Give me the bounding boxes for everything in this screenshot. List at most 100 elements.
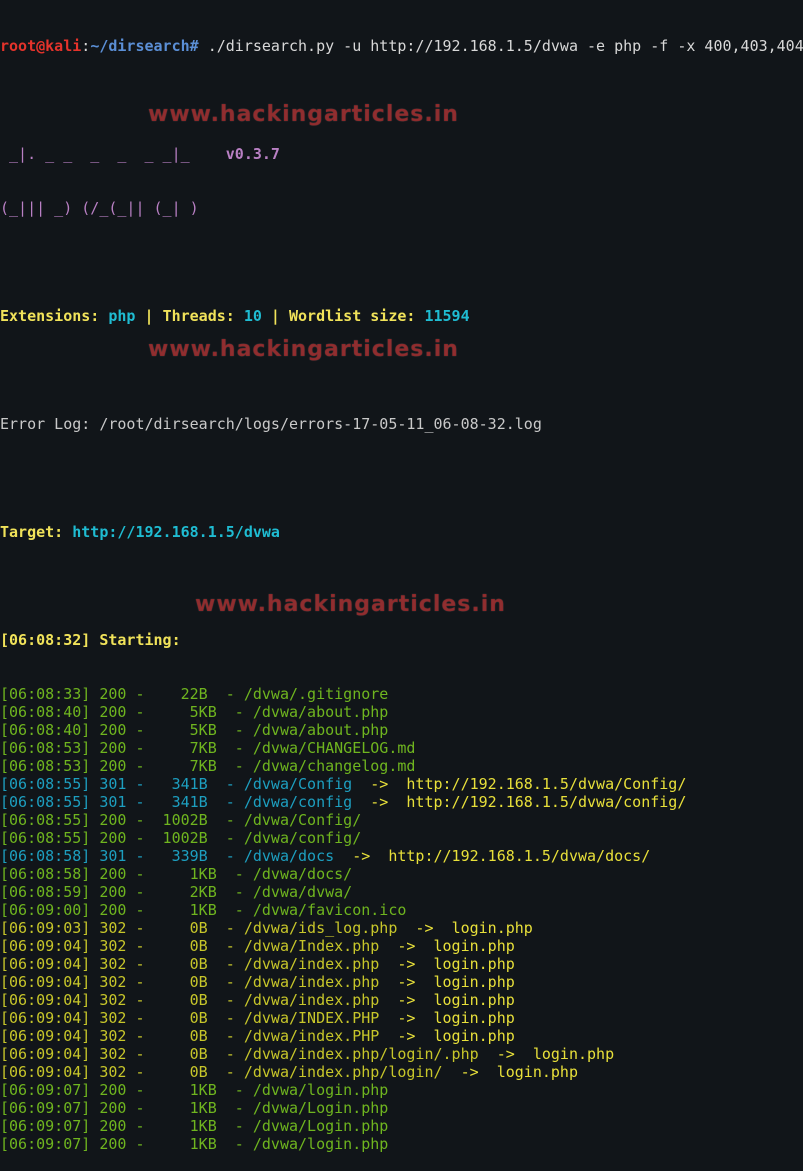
result-row: [06:09:04] 302 - 0B - /dvwa/index.php ->… xyxy=(0,955,515,973)
result-time: [06:09:04] xyxy=(0,1027,91,1045)
result-size: 0B xyxy=(153,991,208,1009)
result-row: [06:08:55] 200 - 1002B - /dvwa/config/ xyxy=(0,829,362,847)
dirsearch-logo-top: _|. _ _ _ _ _ _|_ xyxy=(0,145,226,163)
result-time: [06:08:40] xyxy=(0,721,91,739)
result-redirect: http://192.168.1.5/dvwa/Config/ xyxy=(406,775,687,793)
result-row: [06:08:58] 200 - 1KB - /dvwa/docs/ xyxy=(0,865,353,883)
result-redirect: login.php xyxy=(433,1009,515,1027)
result-size: 0B xyxy=(153,1063,208,1081)
result-path: /dvwa/Config/ xyxy=(243,811,362,829)
result-time: [06:09:04] xyxy=(0,1063,91,1081)
result-size: 1002B xyxy=(153,811,208,829)
result-path: /dvwa/about.php xyxy=(252,703,389,721)
result-path: /dvwa/Login.php xyxy=(252,1117,389,1135)
result-row: [06:09:07] 200 - 1KB - /dvwa/login.php xyxy=(0,1081,389,1099)
result-status-code: 200 xyxy=(99,883,127,901)
result-time: [06:08:58] xyxy=(0,847,91,865)
result-row: [06:08:55] 301 - 341B - /dvwa/config -> … xyxy=(0,793,687,811)
starting-line: [06:08:32] Starting: xyxy=(0,631,803,649)
result-status-code: 200 xyxy=(99,703,127,721)
result-status-code: 301 xyxy=(99,847,127,865)
wordlist-value: 11594 xyxy=(424,307,470,325)
result-size: 0B xyxy=(153,919,208,937)
result-status-code: 200 xyxy=(99,721,127,739)
config-pipe: | xyxy=(135,307,163,325)
result-row: [06:08:55] 200 - 1002B - /dvwa/Config/ xyxy=(0,811,362,829)
result-path: /dvwa/login.php xyxy=(252,1081,389,1099)
result-size: 0B xyxy=(153,1027,208,1045)
extensions-value: php xyxy=(108,307,136,325)
threads-value: 10 xyxy=(243,307,262,325)
result-size: 339B xyxy=(153,847,208,865)
result-status-code: 200 xyxy=(99,829,127,847)
result-time: [06:09:00] xyxy=(0,901,91,919)
result-row: [06:08:55] 301 - 341B - /dvwa/Config -> … xyxy=(0,775,687,793)
result-status-code: 302 xyxy=(99,991,127,1009)
starting-text: [06:08:32] Starting: xyxy=(0,631,181,649)
result-path: /dvwa/index.php/login/ xyxy=(243,1063,443,1081)
result-row: [06:09:04] 302 - 0B - /dvwa/index.PHP ->… xyxy=(0,1027,515,1045)
banner-line-1: _|. _ _ _ _ _ _|_ v0.3.7 xyxy=(0,145,803,163)
result-path: /dvwa/CHANGELOG.md xyxy=(252,739,416,757)
result-status-code: 302 xyxy=(99,937,127,955)
result-time: [06:08:55] xyxy=(0,811,91,829)
result-path: /dvwa/index.php xyxy=(243,991,380,1009)
result-status-code: 302 xyxy=(99,1009,127,1027)
result-time: [06:08:59] xyxy=(0,883,91,901)
result-status-code: 200 xyxy=(99,1135,127,1153)
result-row: [06:08:53] 200 - 7KB - /dvwa/CHANGELOG.m… xyxy=(0,739,416,757)
result-row: [06:09:07] 200 - 1KB - /dvwa/Login.php xyxy=(0,1117,389,1135)
result-redirect: login.php xyxy=(433,991,515,1009)
result-time: [06:08:58] xyxy=(0,865,91,883)
result-time: [06:08:53] xyxy=(0,739,91,757)
prompt-line: root@kali:~/dirsearch# ./dirsearch.py -u… xyxy=(0,37,803,55)
result-redirect: login.php xyxy=(496,1063,578,1081)
watermark-text: www.hackingarticles.in xyxy=(148,102,459,127)
result-path: /dvwa/docs/ xyxy=(252,865,353,883)
result-redirect: http://192.168.1.5/dvwa/docs/ xyxy=(388,847,651,865)
terminal-output[interactable]: root@kali:~/dirsearch# ./dirsearch.py -u… xyxy=(0,1,803,1171)
result-time: [06:08:33] xyxy=(0,685,91,703)
result-status-code: 200 xyxy=(99,865,127,883)
result-status-code: 301 xyxy=(99,775,127,793)
result-size: 1KB xyxy=(153,1135,217,1153)
watermark-text: www.hackingarticles.in xyxy=(148,337,459,362)
result-row: [06:09:04] 302 - 0B - /dvwa/INDEX.PHP ->… xyxy=(0,1009,515,1027)
result-size: 5KB xyxy=(153,703,217,721)
config-pipe: | xyxy=(261,307,289,325)
result-size: 341B xyxy=(153,793,208,811)
prompt-user: root@kali xyxy=(0,37,82,55)
result-path: /dvwa/index.php xyxy=(243,973,380,991)
result-time: [06:09:04] xyxy=(0,1009,91,1027)
result-path: /dvwa/index.php/login/.php xyxy=(243,1045,479,1063)
result-size: 1KB xyxy=(153,1081,217,1099)
result-row: [06:09:04] 302 - 0B - /dvwa/index.php/lo… xyxy=(0,1045,615,1063)
result-time: [06:08:55] xyxy=(0,793,91,811)
result-path: /dvwa/changelog.md xyxy=(252,757,416,775)
result-row: [06:09:03] 302 - 0B - /dvwa/ids_log.php … xyxy=(0,919,533,937)
result-size: 0B xyxy=(153,937,208,955)
result-status-code: 200 xyxy=(99,757,127,775)
config-line: Extensions: php | Threads: 10 | Wordlist… xyxy=(0,307,803,325)
result-redirect: login.php xyxy=(433,1027,515,1045)
result-time: [06:09:04] xyxy=(0,937,91,955)
result-status-code: 302 xyxy=(99,973,127,991)
result-time: [06:09:07] xyxy=(0,1081,91,1099)
result-path: /dvwa/Config xyxy=(243,775,353,793)
result-redirect: login.php xyxy=(433,973,515,991)
result-status-code: 200 xyxy=(99,1117,127,1135)
result-time: [06:09:07] xyxy=(0,1135,91,1153)
result-redirect: login.php xyxy=(532,1045,615,1063)
result-size: 22B xyxy=(153,685,208,703)
result-status-code: 302 xyxy=(99,919,127,937)
result-time: [06:09:04] xyxy=(0,955,91,973)
threads-label: Threads: xyxy=(162,307,235,325)
result-row: [06:09:07] 200 - 1KB - /dvwa/login.php xyxy=(0,1135,389,1153)
result-row: [06:09:00] 200 - 1KB - /dvwa/favicon.ico xyxy=(0,901,407,919)
result-size: 1KB xyxy=(153,1099,217,1117)
result-size: 1002B xyxy=(153,829,208,847)
result-time: [06:09:04] xyxy=(0,991,91,1009)
result-path: /dvwa/index.PHP xyxy=(243,1027,380,1045)
watermark-text: www.hackingarticles.in xyxy=(195,592,506,617)
result-time: [06:09:04] xyxy=(0,1045,91,1063)
